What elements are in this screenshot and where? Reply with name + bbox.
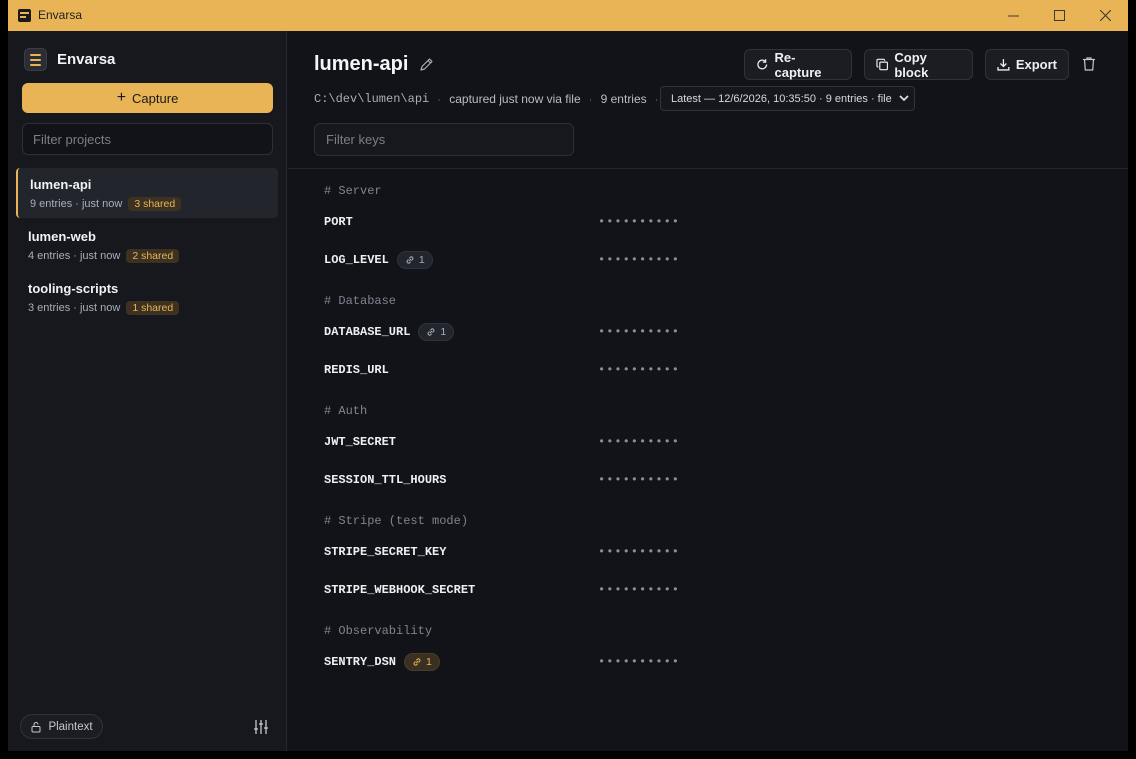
recapture-button[interactable]: Re-capture bbox=[744, 49, 852, 80]
masked-value[interactable]: •••••••••• bbox=[598, 545, 680, 559]
masked-value[interactable]: •••••••••• bbox=[598, 655, 680, 669]
copy-icon bbox=[876, 58, 888, 71]
plus-icon: + bbox=[116, 89, 127, 106]
env-key: JWT_SECRET bbox=[324, 435, 397, 449]
app-window: Envarsa Envarsa + Capture lumen-api 9 en… bbox=[8, 0, 1128, 751]
download-icon bbox=[997, 59, 1010, 71]
capture-button[interactable]: + Capture bbox=[22, 83, 273, 113]
section-header: # Stripe (test mode) bbox=[324, 514, 469, 528]
project-meta-text: 9 entries · just now bbox=[30, 198, 123, 210]
project-item-lumen-web[interactable]: lumen-web 4 entries · just now 2 shared bbox=[16, 220, 278, 270]
env-entry[interactable]: SENTRY_DSN 1 •••••••••• bbox=[324, 650, 884, 674]
link-count-badge[interactable]: 1 bbox=[418, 323, 455, 341]
env-key: DATABASE_URL bbox=[324, 325, 411, 339]
link-count: 1 bbox=[440, 326, 447, 338]
section-header: # Auth bbox=[324, 404, 368, 418]
masked-value[interactable]: •••••••••• bbox=[598, 583, 680, 597]
env-key: STRIPE_WEBHOOK_SECRET bbox=[324, 583, 476, 597]
main-panel: lumen-api Re-capture Copy block Export C… bbox=[288, 31, 1128, 751]
project-path: C:\dev\lumen\api bbox=[314, 92, 430, 106]
title-bar[interactable]: Envarsa bbox=[8, 0, 1128, 31]
unlock-icon bbox=[31, 721, 41, 732]
link-count: 1 bbox=[426, 656, 432, 668]
plaintext-label: Plaintext bbox=[48, 720, 93, 733]
env-entry[interactable]: LOG_LEVEL 1 •••••••••• bbox=[324, 248, 884, 272]
env-entry[interactable]: SESSION_TTL_HOURS •••••••••• bbox=[324, 468, 884, 492]
export-button[interactable]: Export bbox=[985, 49, 1069, 80]
brand-logo-icon bbox=[24, 48, 47, 71]
env-entry[interactable]: STRIPE_SECRET_KEY •••••••••• bbox=[324, 540, 884, 564]
divider bbox=[288, 168, 1128, 169]
env-entry[interactable]: DATABASE_URL 1 •••••••••• bbox=[324, 320, 884, 344]
masked-value[interactable]: •••••••••• bbox=[598, 473, 680, 487]
close-button[interactable] bbox=[1082, 0, 1128, 31]
capture-label: Capture bbox=[132, 90, 179, 106]
sidebar: Envarsa + Capture lumen-api 9 entries · … bbox=[8, 31, 287, 751]
masked-value[interactable]: •••••••••• bbox=[598, 325, 680, 339]
env-key: REDIS_URL bbox=[324, 363, 389, 377]
section-header: # Observability bbox=[324, 624, 433, 638]
plaintext-toggle[interactable]: Plaintext bbox=[20, 714, 103, 739]
env-key: SESSION_TTL_HOURS bbox=[324, 473, 447, 487]
filter-keys-input[interactable] bbox=[314, 123, 574, 156]
project-name: tooling-scripts bbox=[28, 281, 119, 296]
env-entry[interactable]: PORT •••••••••• bbox=[324, 210, 884, 234]
project-meta-text: 4 entries · just now bbox=[28, 250, 121, 262]
masked-value[interactable]: •••••••••• bbox=[598, 435, 680, 449]
close-icon bbox=[1099, 10, 1111, 21]
project-meta: 9 entries · just now 3 shared bbox=[30, 197, 182, 211]
snapshot-select[interactable]: Latest — 12/6/2026, 10:35:50 · 9 entries… bbox=[660, 86, 915, 111]
project-meta-text: 3 entries · just now bbox=[28, 302, 121, 314]
page-title: lumen-api bbox=[314, 53, 409, 75]
snapshot-selected-value: Latest — 12/6/2026, 10:35:50 · 9 entries… bbox=[671, 92, 892, 105]
filter-projects-input[interactable] bbox=[22, 123, 273, 155]
copy-block-label: Copy block bbox=[894, 49, 929, 80]
pencil-icon[interactable] bbox=[419, 57, 434, 72]
env-key: LOG_LEVEL bbox=[324, 253, 389, 267]
shared-badge: 1 shared bbox=[126, 301, 180, 315]
section-header: # Database bbox=[324, 294, 397, 308]
entry-count: 9 entries bbox=[600, 92, 647, 106]
env-entry[interactable]: JWT_SECRET •••••••••• bbox=[324, 430, 884, 454]
env-key: SENTRY_DSN bbox=[324, 655, 397, 669]
export-label: Export bbox=[1015, 57, 1057, 72]
trash-icon[interactable] bbox=[1081, 56, 1097, 72]
copy-block-button[interactable]: Copy block bbox=[864, 49, 973, 80]
section-header: # Server bbox=[324, 184, 382, 198]
project-name: lumen-web bbox=[28, 229, 96, 244]
link-icon bbox=[406, 256, 414, 264]
captured-info: captured just now via file bbox=[449, 92, 581, 106]
env-key: PORT bbox=[324, 215, 353, 229]
project-item-lumen-api[interactable]: lumen-api 9 entries · just now 3 shared bbox=[16, 168, 278, 218]
minimize-icon bbox=[1007, 15, 1019, 17]
project-meta: 4 entries · just now 2 shared bbox=[28, 249, 180, 263]
project-meta: 3 entries · just now 1 shared bbox=[28, 301, 180, 315]
app-icon bbox=[18, 9, 31, 22]
refresh-icon bbox=[757, 59, 768, 70]
env-entry[interactable]: REDIS_URL •••••••••• bbox=[324, 358, 884, 382]
link-icon bbox=[428, 328, 435, 336]
window-title: Envarsa bbox=[38, 8, 83, 22]
link-icon bbox=[413, 658, 421, 666]
project-item-tooling-scripts[interactable]: tooling-scripts 3 entries · just now 1 s… bbox=[16, 272, 278, 322]
shared-badge: 3 shared bbox=[128, 197, 182, 211]
project-name: lumen-api bbox=[30, 177, 92, 192]
env-entry[interactable]: STRIPE_WEBHOOK_SECRET •••••••••• bbox=[324, 578, 884, 602]
brand-name: Envarsa bbox=[57, 51, 116, 68]
link-count-badge[interactable]: 1 bbox=[396, 251, 433, 269]
masked-value[interactable]: •••••••••• bbox=[598, 215, 680, 229]
maximize-button[interactable] bbox=[1036, 0, 1082, 31]
sliders-icon[interactable] bbox=[253, 719, 269, 735]
shared-badge: 2 shared bbox=[126, 249, 180, 263]
env-key: STRIPE_SECRET_KEY bbox=[324, 545, 447, 559]
recapture-label: Re-capture bbox=[774, 49, 822, 80]
minimize-button[interactable] bbox=[990, 0, 1036, 31]
chevron-down-icon bbox=[899, 95, 909, 102]
link-count-badge[interactable]: 1 bbox=[404, 653, 440, 671]
maximize-icon bbox=[1053, 10, 1065, 21]
masked-value[interactable]: •••••••••• bbox=[598, 253, 680, 267]
project-meta-row: C:\dev\lumen\api · captured just now via… bbox=[314, 92, 659, 106]
link-count: 1 bbox=[418, 254, 425, 266]
masked-value[interactable]: •••••••••• bbox=[598, 363, 680, 377]
